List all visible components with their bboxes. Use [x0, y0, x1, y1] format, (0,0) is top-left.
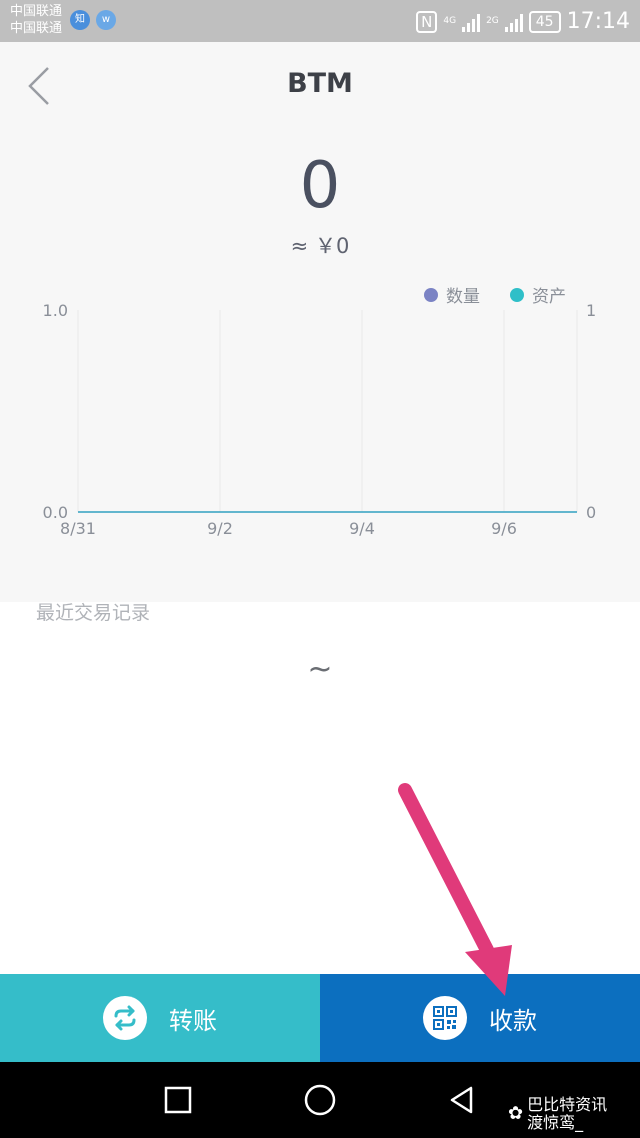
- balance-amount: 0: [299, 149, 341, 223]
- x-tick-label-3: 9/6: [491, 519, 517, 538]
- x-tick-label-1: 9/2: [207, 519, 233, 538]
- y-left-tick-bottom: 0.0: [43, 503, 68, 522]
- x-tick-label-2: 9/4: [349, 519, 375, 538]
- network-type-1: 4G: [443, 16, 457, 26]
- empty-records-indicator: ~: [307, 652, 333, 687]
- history-chart: 8/31 9/2 9/4 9/61.00.010: [43, 301, 597, 538]
- status-indicators: N 4G 2G 45 17:14: [416, 9, 630, 34]
- transfer-button[interactable]: 转账: [0, 974, 320, 1062]
- circle-icon: [304, 1084, 336, 1116]
- y-right-tick-top: 1: [586, 301, 596, 320]
- fiat-value: ≈ ￥0: [290, 234, 350, 258]
- transfer-icon: [103, 996, 147, 1040]
- watermark: ✿ 巴比特资讯 渡惊鸾_: [508, 1096, 607, 1132]
- nfc-icon: N: [416, 10, 438, 33]
- battery-icon: 45: [528, 10, 561, 33]
- clock: 17:14: [566, 9, 630, 34]
- network-type-2: 2G: [486, 16, 499, 26]
- action-bar: 转账 收款: [0, 974, 640, 1062]
- qr-code-icon: [423, 996, 467, 1040]
- home-button[interactable]: [300, 1080, 340, 1120]
- triangle-back-icon: [450, 1086, 473, 1114]
- zhihu-notification-icon: 知: [70, 10, 90, 30]
- recents-button[interactable]: [158, 1080, 198, 1120]
- carrier-2: 中国联通: [10, 21, 63, 36]
- receive-button[interactable]: 收款: [320, 974, 640, 1062]
- asset-header: BTM 0 ≈ ￥0 数量 资产 8/31 9/2 9/4 9/6 1.0 0.0 1 0: [0, 42, 640, 602]
- carrier-info: 中国联通 中国联通: [10, 3, 62, 37]
- status-bar: 中国联通 中国联通 知 w N 4G 2G 45 17:14: [0, 0, 640, 42]
- system-back-button[interactable]: [442, 1080, 482, 1120]
- carrier-1: 中国联通: [10, 4, 63, 19]
- watermark-line-2: 渡惊鸾_: [527, 1113, 584, 1132]
- square-icon: [164, 1086, 192, 1114]
- receive-label: 收款: [489, 1006, 537, 1035]
- y-left-tick-top: 1.0: [43, 301, 68, 320]
- wechat-icon: ✿: [508, 1103, 524, 1124]
- y-right-tick-bottom: 0: [586, 503, 596, 522]
- app-notification-icon: w: [96, 10, 116, 30]
- watermark-line-1: 巴比特资讯: [527, 1095, 608, 1114]
- recent-records-heading: 最近交易记录: [36, 602, 151, 624]
- page-title: BTM: [287, 68, 353, 99]
- signal-icon-2: [504, 12, 523, 32]
- transfer-label: 转账: [169, 1006, 217, 1035]
- signal-icon: [462, 12, 481, 32]
